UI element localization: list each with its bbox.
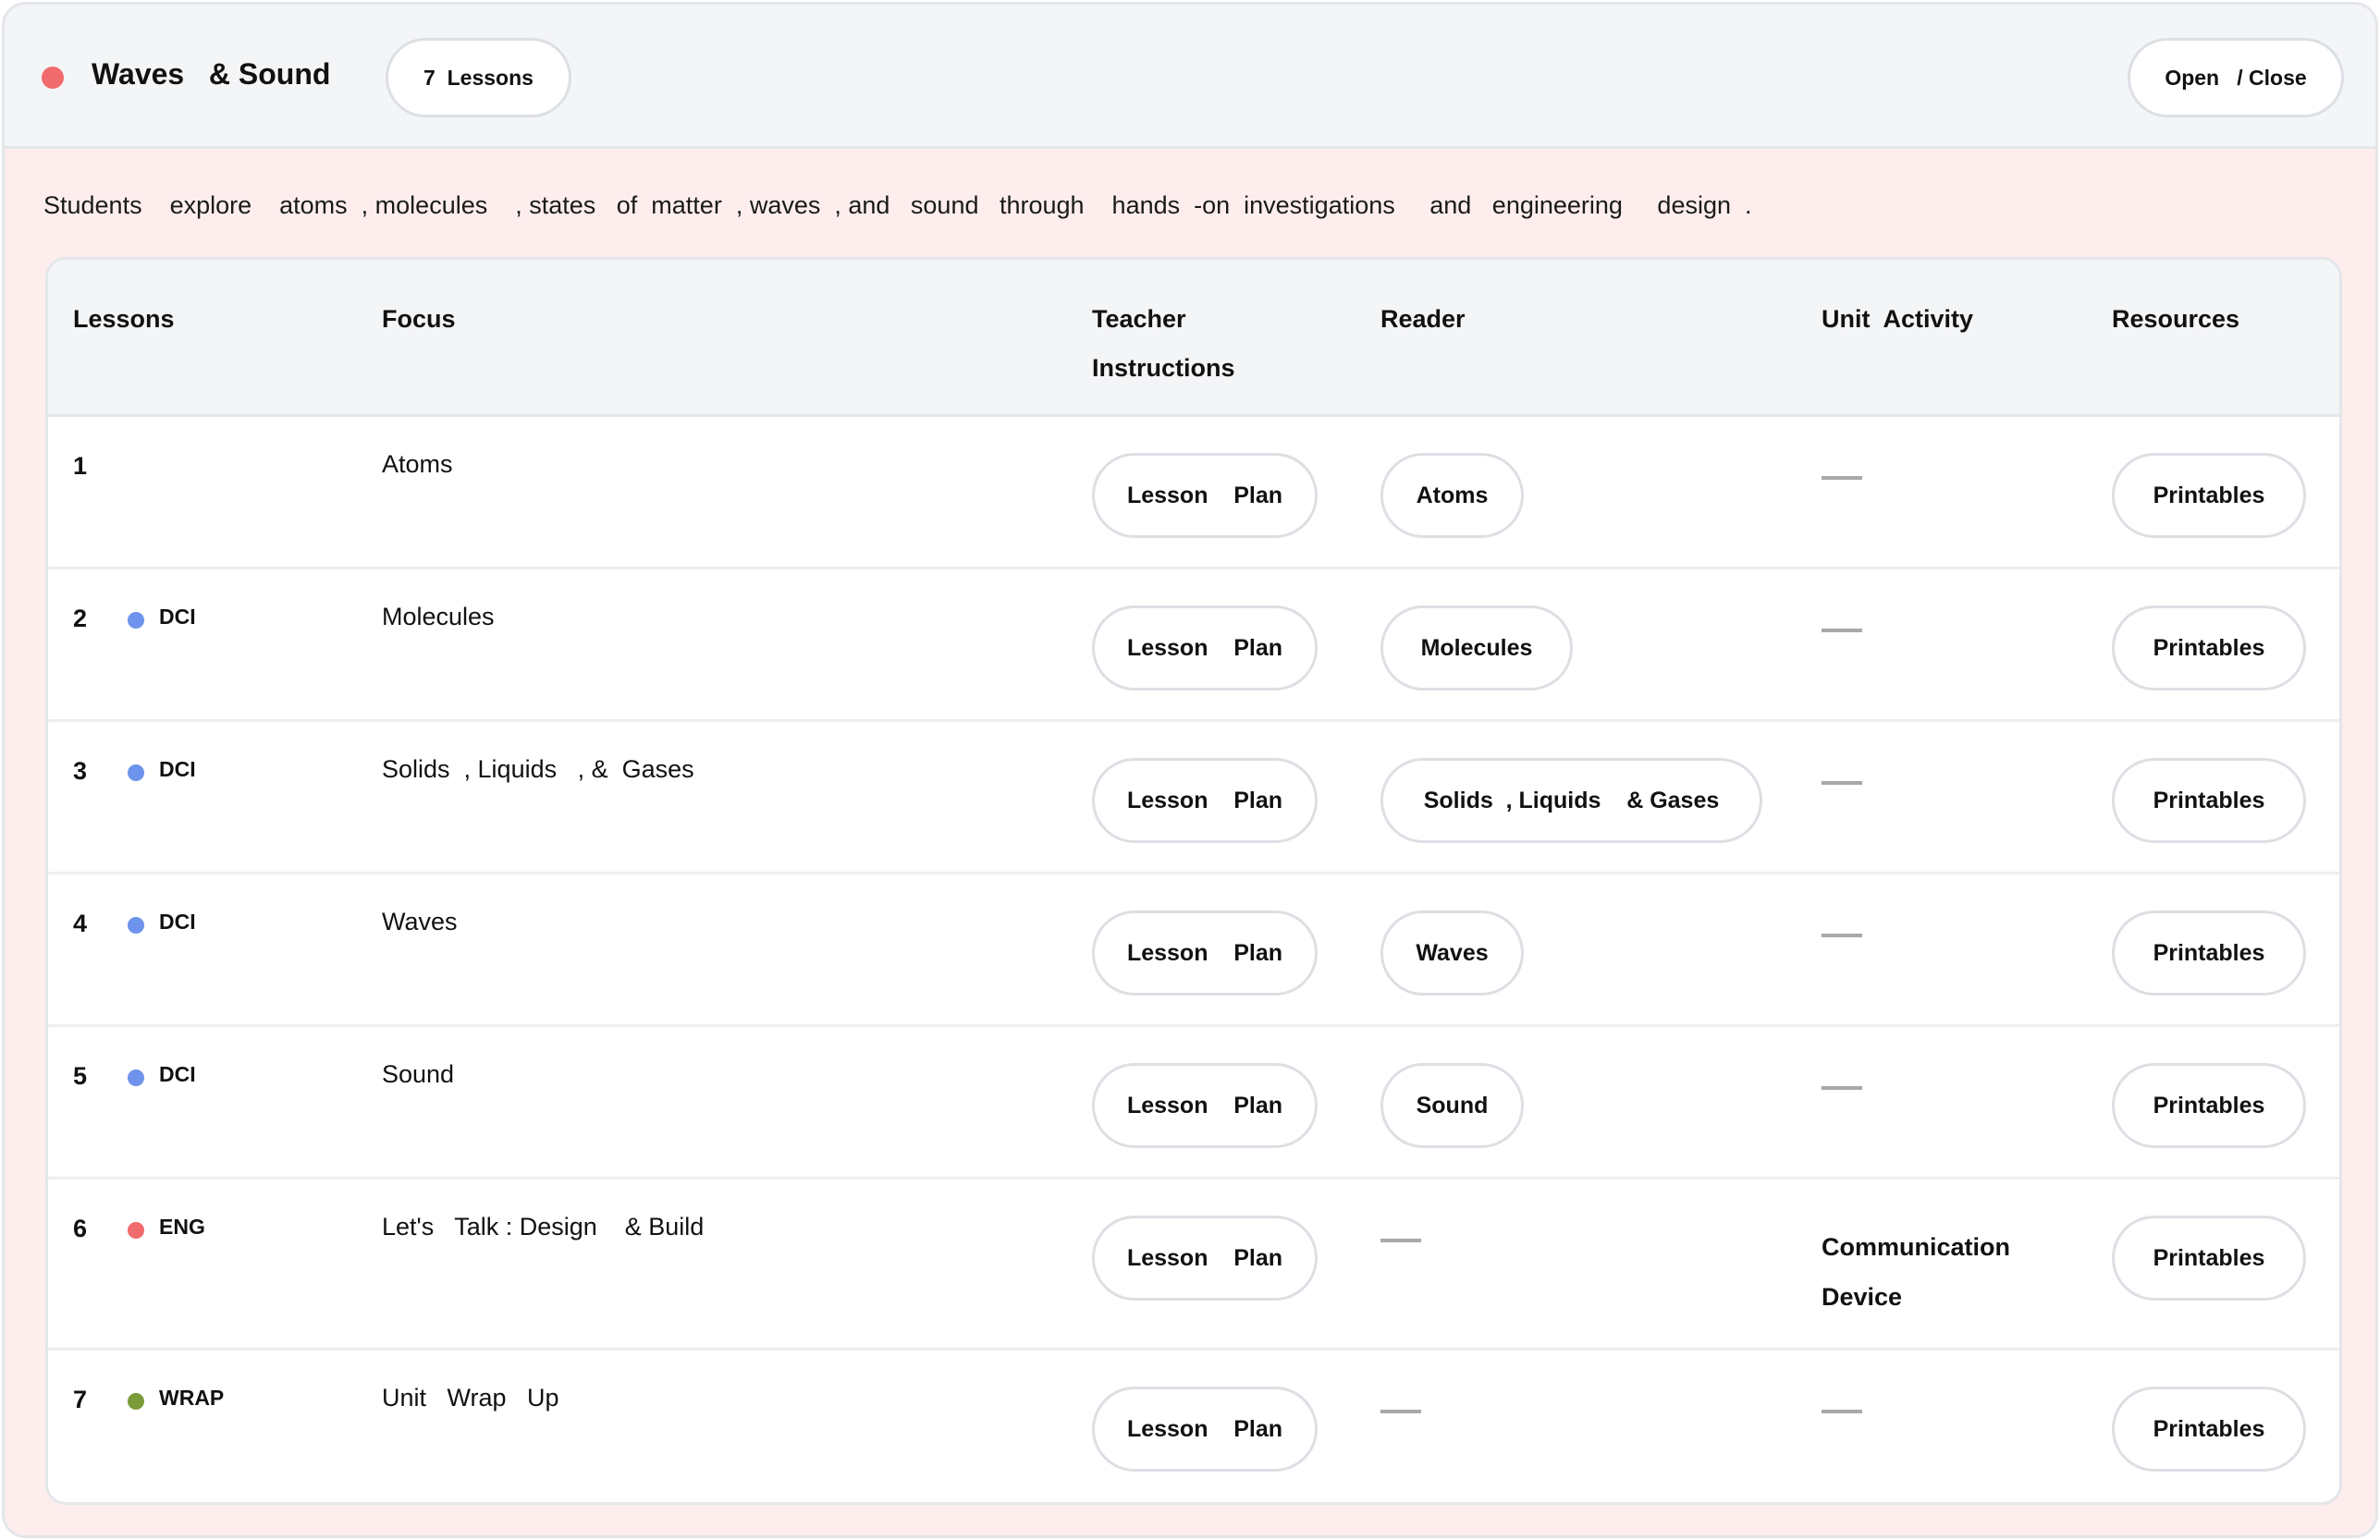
reader-button[interactable]: Sound xyxy=(1380,1063,1524,1148)
unit-activity-empty-dash xyxy=(1822,1086,1862,1090)
lesson-tag: DCI xyxy=(128,910,196,935)
lesson-number: 6 xyxy=(73,1215,88,1242)
tag-label: DCI xyxy=(159,605,196,629)
unit-title: Waves & Sound xyxy=(92,57,331,91)
table-header: Lessons Focus Teacher Instructions Reade… xyxy=(48,260,2339,417)
printables-button[interactable]: Printables xyxy=(2112,453,2306,538)
lesson-number: 1 xyxy=(73,452,88,480)
unit-status-dot xyxy=(42,67,64,89)
lesson-plan-button[interactable]: Lesson Plan xyxy=(1092,1387,1318,1472)
printables-button[interactable]: Printables xyxy=(2112,1216,2306,1301)
lesson-number: 2 xyxy=(73,605,88,632)
unit-header[interactable]: Waves & Sound 7 Lessons Open / Close xyxy=(5,5,2375,149)
reader-button[interactable]: Solids , Liquids & Gases xyxy=(1380,758,1762,843)
printables-button[interactable]: Printables xyxy=(2112,1063,2306,1148)
reader-button[interactable]: Atoms xyxy=(1380,453,1524,538)
lesson-tag: DCI xyxy=(128,757,196,782)
table-row: 6 ENG Let's Talk : Design & Build Lesson Pl… xyxy=(48,1179,2339,1351)
lesson-number: 3 xyxy=(73,757,88,785)
tag-dot xyxy=(128,611,144,629)
unit-activity-empty-dash xyxy=(1822,1410,1862,1413)
table-row: 4 DCI Waves Lesson Plan Waves Printables xyxy=(48,874,2339,1027)
lesson-number: 5 xyxy=(73,1062,88,1090)
column-header-unit-activity: Unit Activity xyxy=(1822,305,1974,333)
column-header-teacher-instructions: Teacher Instructions xyxy=(1092,305,1235,382)
tag-dot xyxy=(128,1069,144,1086)
lesson-count-badge: 7 Lessons xyxy=(386,38,571,117)
lesson-tag: DCI xyxy=(128,1062,196,1087)
open-close-toggle-button[interactable]: Open / Close xyxy=(2128,38,2344,117)
lesson-tag: ENG xyxy=(128,1215,205,1240)
lesson-tag: DCI xyxy=(128,605,196,629)
tag-dot xyxy=(128,1221,144,1239)
lesson-number: 4 xyxy=(73,910,88,937)
lessons-table: Lessons Focus Teacher Instructions Reade… xyxy=(45,257,2342,1505)
reader-button[interactable]: Waves xyxy=(1380,911,1524,996)
lesson-focus: Atoms xyxy=(382,450,453,478)
lesson-plan-button[interactable]: Lesson Plan xyxy=(1092,911,1318,996)
tag-label: DCI xyxy=(159,1062,196,1086)
table-row: 1 Atoms Lesson Plan Atoms Printables xyxy=(48,417,2339,569)
lesson-focus: Molecules xyxy=(382,603,495,630)
reader-empty-dash xyxy=(1380,1239,1421,1242)
unit-activity-empty-dash xyxy=(1822,476,1862,480)
lesson-plan-button[interactable]: Lesson Plan xyxy=(1092,453,1318,538)
lesson-number: 7 xyxy=(73,1386,88,1413)
lesson-tag: WRAP xyxy=(128,1386,224,1411)
lesson-plan-button[interactable]: Lesson Plan xyxy=(1092,1063,1318,1148)
unit-activity-empty-dash xyxy=(1822,934,1862,937)
unit-activity-empty-dash xyxy=(1822,781,1862,785)
column-header-lessons: Lessons xyxy=(73,305,175,333)
lesson-focus: Sound xyxy=(382,1060,455,1088)
reader-button[interactable]: Molecules xyxy=(1380,605,1573,691)
lesson-plan-button[interactable]: Lesson Plan xyxy=(1092,605,1318,691)
lesson-focus: Let's Talk : Design & Build xyxy=(382,1213,705,1241)
lesson-plan-button[interactable]: Lesson Plan xyxy=(1092,758,1318,843)
table-row: 5 DCI Sound Lesson Plan Sound Printables xyxy=(48,1027,2339,1179)
lesson-focus: Waves xyxy=(382,908,458,935)
tag-label: DCI xyxy=(159,910,196,934)
unit-card: Waves & Sound 7 Lessons Open / Close Stu… xyxy=(2,2,2378,1538)
unit-description: Students explore atoms , molecules , sta… xyxy=(43,191,1752,219)
column-header-resources: Resources xyxy=(2112,305,2240,333)
lesson-focus: Unit Wrap Up xyxy=(382,1384,559,1412)
column-header-reader: Reader xyxy=(1380,305,1466,333)
lesson-plan-button[interactable]: Lesson Plan xyxy=(1092,1216,1318,1301)
table-row: 3 DCI Solids , Liquids , & Gases Lesson Pla… xyxy=(48,722,2339,874)
table-row: 2 DCI Molecules Lesson Plan Molecules Printab… xyxy=(48,569,2339,722)
table-row: 7 WRAP Unit Wrap Up Lesson Plan Printables xyxy=(48,1351,2339,1502)
reader-empty-dash xyxy=(1380,1410,1421,1413)
tag-label: WRAP xyxy=(159,1386,225,1410)
tag-dot xyxy=(128,1392,144,1410)
printables-button[interactable]: Printables xyxy=(2112,605,2306,691)
printables-button[interactable]: Printables xyxy=(2112,911,2306,996)
printables-button[interactable]: Printables xyxy=(2112,758,2306,843)
column-header-focus: Focus xyxy=(382,305,456,333)
tag-dot xyxy=(128,764,144,781)
tag-dot xyxy=(128,916,144,934)
unit-activity-label: Communication Device xyxy=(1822,1233,2011,1311)
unit-activity-empty-dash xyxy=(1822,629,1862,632)
tag-label: ENG xyxy=(159,1215,205,1239)
tag-label: DCI xyxy=(159,757,196,781)
printables-button[interactable]: Printables xyxy=(2112,1387,2306,1472)
lesson-focus: Solids , Liquids , & Gases xyxy=(382,755,694,783)
